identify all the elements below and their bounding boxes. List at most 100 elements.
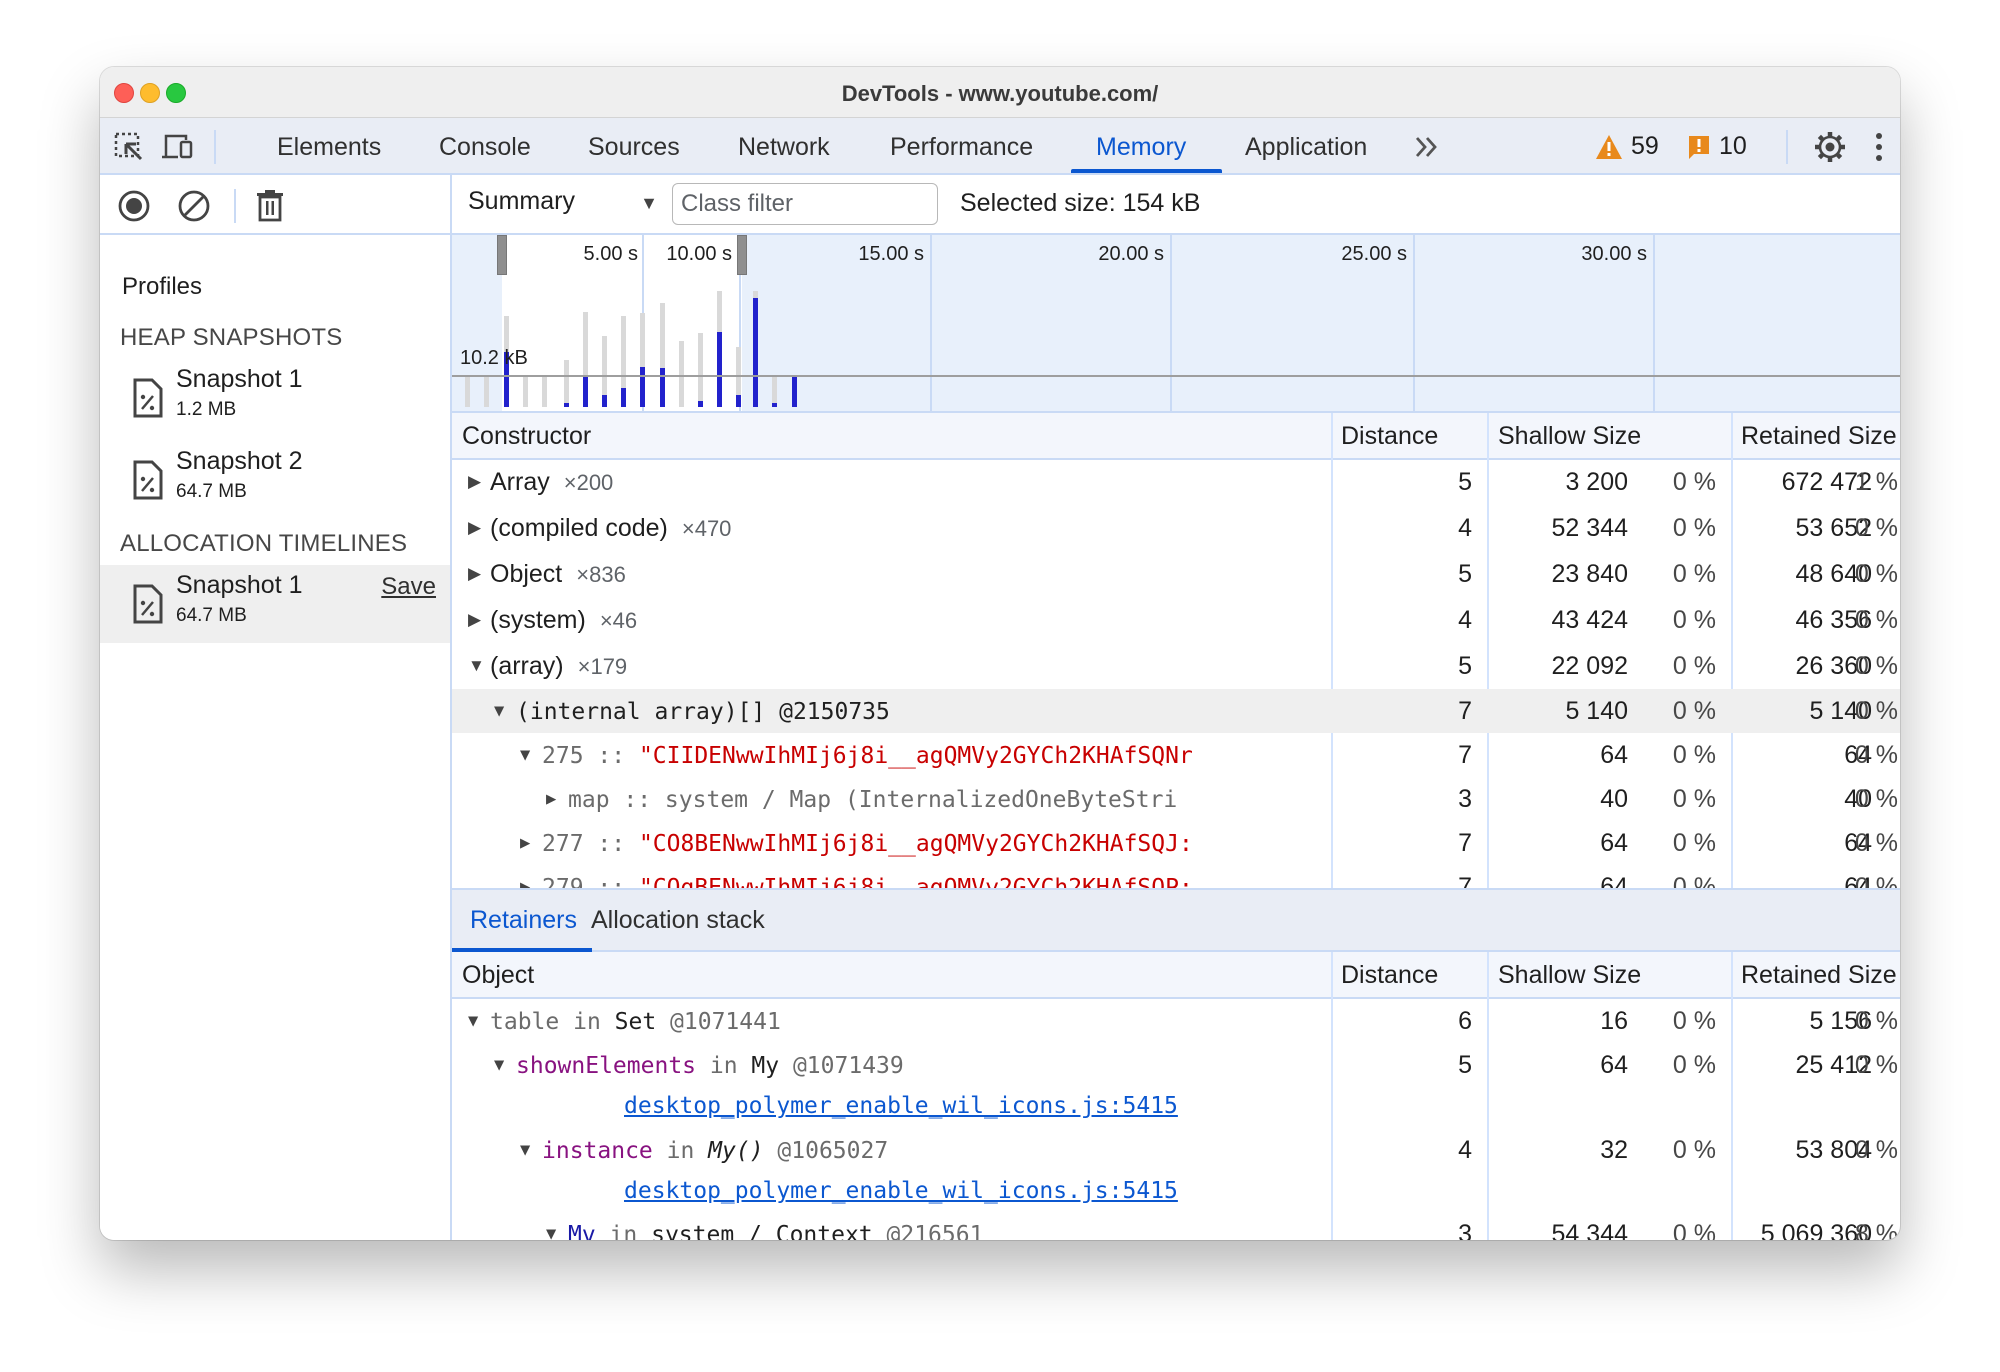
constructor-name: (compiled code) [490,514,668,542]
tab-retainers[interactable]: Retainers [470,906,577,935]
collapsed-triangle-icon[interactable]: ▶ [520,877,542,888]
timeline-bar-live [698,401,703,407]
shallow-size-cell: 40 [1600,785,1628,813]
save-snapshot-link[interactable]: Save [381,573,436,601]
more-tabs-chevron-icon[interactable] [1410,131,1444,163]
allocation-timeline-item[interactable]: Snapshot 1 64.7 MB Save [100,565,450,643]
retainer-row[interactable]: ▼ shownElements in My @1071439 5 64 0 % 25 41… [452,1043,1900,1087]
tab-sources[interactable]: Sources [588,133,680,162]
table-row[interactable]: ▶ 277 :: "CO8BENwwIhMIj6j8i__agQMVy2GYCh2… [452,821,1900,865]
tab-performance[interactable]: Performance [890,133,1033,162]
profiles-heading: Profiles [122,273,203,300]
snapshot-file-icon [133,584,163,624]
profiles-sidebar: Profiles HEAP SNAPSHOTS Snapshot 1 1.2 M… [100,175,452,1240]
class-filter-input[interactable] [672,183,938,225]
expanded-triangle-icon[interactable]: ▼ [520,1140,542,1160]
column-header-shallow-size[interactable]: Shallow Size [1498,422,1641,451]
table-row[interactable]: ▼ (internal array)[] @2150735 7 5 140 0 % 5 1… [452,689,1900,733]
heap-snapshot-item[interactable]: Snapshot 1 1.2 MB [100,359,450,437]
retainer-row[interactable]: ▼ table in Set @1071441 6 16 0 % 5 156 0 % [452,999,1900,1043]
timeline-bar-live [717,331,723,407]
distance-cell: 3 [1458,1220,1472,1240]
table-row[interactable]: ▶ Object ×836 5 23 840 0 % 48 640 0 % [452,552,1900,596]
record-icon[interactable] [116,188,152,224]
warnings-badge[interactable]: 59 [1595,132,1659,161]
retainers-table-header: Object Distance Shallow Size Retained Si… [452,952,1900,999]
column-header-shallow-size[interactable]: Shallow Size [1498,961,1641,990]
column-header-retained-size[interactable]: Retained Size [1741,961,1897,990]
shallow-size-percent: 0 % [1672,1136,1716,1164]
retained-size-percent: 0 % [1854,785,1898,813]
collapsed-triangle-icon[interactable]: ▶ [468,518,490,538]
tab-application[interactable]: Application [1245,133,1367,162]
gear-icon[interactable] [1813,131,1847,163]
sidebar-toolbar-divider [234,189,236,223]
view-select[interactable]: Summary ▼ [468,187,658,223]
table-row[interactable]: ▶ Array ×200 5 3 200 0 % 672 472 1 % [452,460,1900,504]
column-header-constructor[interactable]: Constructor [462,422,591,451]
collapsed-triangle-icon[interactable]: ▶ [468,472,490,492]
collapsed-triangle-icon[interactable]: ▶ [546,789,568,809]
retained-size-percent: 1 % [1854,468,1898,496]
constructor-cell: ▼ 275 :: "CIIDENwwIhMIj6j8i__agQMVy2GYCh2… [520,743,1193,769]
expanded-triangle-icon[interactable]: ▼ [520,745,542,765]
detail-tab-bar: Retainers Allocation stack [452,888,1900,952]
allocation-timeline-overview[interactable]: 5.00 s 10.00 s 15.00 s 20.00 s 25.00 s 3… [452,235,1900,413]
heap-snapshot-item[interactable]: Snapshot 2 64.7 MB [100,441,450,519]
shallow-size-cell: 23 840 [1551,560,1628,588]
array-index: 277 [542,831,584,857]
table-row[interactable]: ▶ (system) ×46 4 43 424 0 % 46 356 0 % [452,598,1900,642]
trash-icon[interactable] [252,188,288,224]
in-keyword: in [652,1138,709,1164]
timeline-bar-total [522,377,528,407]
sidebar-toolbar [100,175,450,235]
object-id: @1071439 [779,1053,904,1079]
table-row[interactable]: ▶ 279 :: "COgBENwwIhMIj6j8i__agQMVy2GYCh2… [452,865,1900,888]
device-toolbar-icon[interactable] [160,131,194,163]
expanded-triangle-icon[interactable]: ▼ [468,656,490,676]
tab-network[interactable]: Network [738,133,830,162]
collapsed-triangle-icon[interactable]: ▶ [468,610,490,630]
collapsed-triangle-icon[interactable]: ▶ [468,564,490,584]
expanded-triangle-icon[interactable]: ▼ [494,701,516,721]
inspect-element-icon[interactable] [112,131,146,163]
selection-left-handle[interactable] [497,235,507,275]
source-link[interactable]: desktop_polymer_enable_wil_icons.js:5415 [624,1093,1178,1119]
collapsed-triangle-icon[interactable]: ▶ [520,833,542,853]
array-index: 279 [542,875,584,888]
tab-elements[interactable]: Elements [277,133,381,162]
issues-badge[interactable]: 10 [1687,132,1747,161]
column-header-distance[interactable]: Distance [1341,961,1438,990]
snapshot-size: 64.7 MB [176,481,247,502]
table-row[interactable]: ▼ 275 :: "CIIDENwwIhMIj6j8i__agQMVy2GYCh2… [452,733,1900,777]
table-row[interactable]: ▶ map :: system / Map (InternalizedOneByt… [452,777,1900,821]
timeline-threshold-line [452,375,1900,377]
constructor-name: (array) [490,652,564,680]
summary-table: Constructor Distance Shallow Size Retain… [452,413,1900,888]
snapshot-name: Snapshot 2 [176,447,303,475]
distance-cell: 7 [1458,741,1472,769]
source-link[interactable]: desktop_polymer_enable_wil_icons.js:5415 [624,1178,1178,1204]
table-row[interactable]: ▼ (array) ×179 5 22 092 0 % 26 360 0 % [452,644,1900,688]
column-header-retained-size[interactable]: Retained Size [1741,422,1897,451]
retainer-row[interactable]: ▼ Mv in system / Context @216561 3 54 344 0 … [452,1212,1900,1240]
string-value: "CIIDENwwIhMIj6j8i__agQMVy2GYCh2KHAfSQNr [638,743,1193,769]
expanded-triangle-icon[interactable]: ▼ [494,1055,516,1075]
shallow-size-cell: 64 [1600,741,1628,769]
kebab-menu-icon[interactable] [1862,131,1896,163]
expanded-triangle-icon[interactable]: ▼ [546,1224,568,1240]
table-row[interactable]: ▶ (compiled code) ×470 4 52 344 0 % 53 652 0 % [452,506,1900,550]
retainer-row[interactable]: ▼ instance in My() @1065027 4 32 0 % 53 804 0 … [452,1128,1900,1172]
tab-allocation-stack[interactable]: Allocation stack [591,906,765,935]
expanded-triangle-icon[interactable]: ▼ [468,1011,490,1031]
column-header-distance[interactable]: Distance [1341,422,1438,451]
distance-cell: 6 [1458,1007,1472,1035]
column-header-object[interactable]: Object [462,961,534,990]
tab-memory[interactable]: Memory [1096,133,1186,162]
clear-icon[interactable] [176,188,212,224]
selection-right-handle[interactable] [737,235,747,275]
retained-size-percent: 0 % [1854,741,1898,769]
tab-console[interactable]: Console [439,133,531,162]
timeline-gridline [1653,235,1655,411]
distance-cell: 5 [1458,652,1472,680]
